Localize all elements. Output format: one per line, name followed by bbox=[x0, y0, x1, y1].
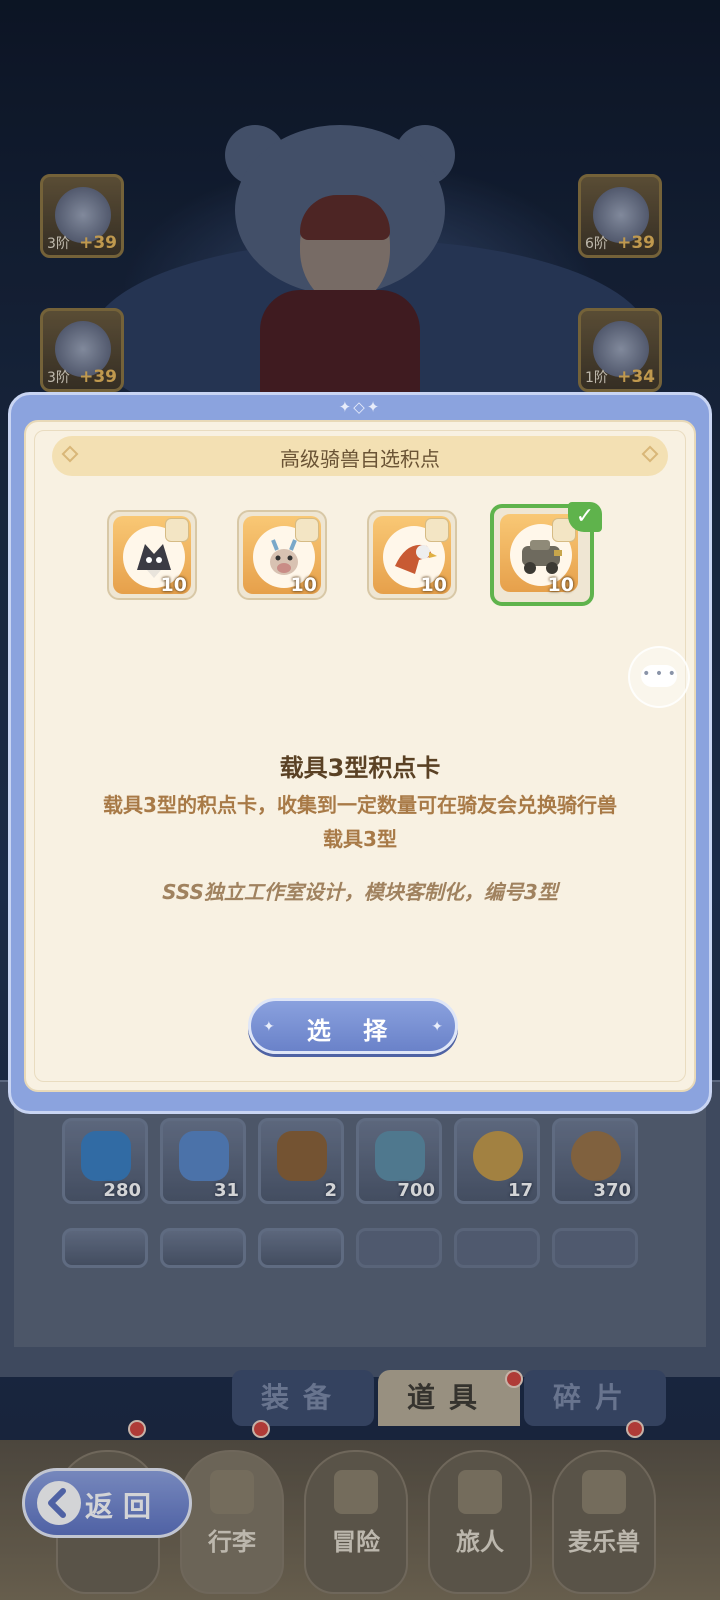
mount-choice-deer[interactable]: 10 bbox=[237, 510, 327, 600]
chat-bubble-icon: • • • bbox=[641, 665, 677, 687]
dialog-ornament: ✦◇✦ bbox=[338, 398, 382, 416]
puzzle-piece-icon bbox=[295, 518, 319, 542]
select-button[interactable]: ✦ 选 择 ✦ bbox=[248, 998, 458, 1054]
puzzle-piece-icon bbox=[425, 518, 449, 542]
choice-quantity: 10 bbox=[547, 574, 574, 596]
dialog-title-bar: 高级骑兽自选积点 bbox=[52, 436, 668, 476]
dialog-title: 高级骑兽自选积点 bbox=[280, 447, 440, 471]
item-name: 载具3型积点卡 bbox=[279, 754, 441, 782]
choice-quantity: 10 bbox=[420, 574, 447, 596]
mount-choice-eagle[interactable]: 10 bbox=[367, 510, 457, 600]
checkmark-icon: ✓ bbox=[568, 502, 602, 532]
puzzle-piece-icon bbox=[165, 518, 189, 542]
chat-button[interactable]: • • • bbox=[628, 646, 690, 708]
item-description: 载具3型的积点卡，收集到一定数量可在骑友会兑换骑行兽载具3型 bbox=[103, 793, 617, 851]
select-button-label: 选 择 bbox=[306, 1017, 400, 1045]
sparkle-icon: ✦ bbox=[431, 1019, 443, 1035]
item-flavor-text: SSS独立工作室设计，模块客制化，编号3型 bbox=[162, 880, 558, 904]
choice-quantity: 10 bbox=[290, 574, 317, 596]
choice-quantity: 10 bbox=[160, 574, 187, 596]
mount-choice-wolf[interactable]: 10 bbox=[107, 510, 197, 600]
